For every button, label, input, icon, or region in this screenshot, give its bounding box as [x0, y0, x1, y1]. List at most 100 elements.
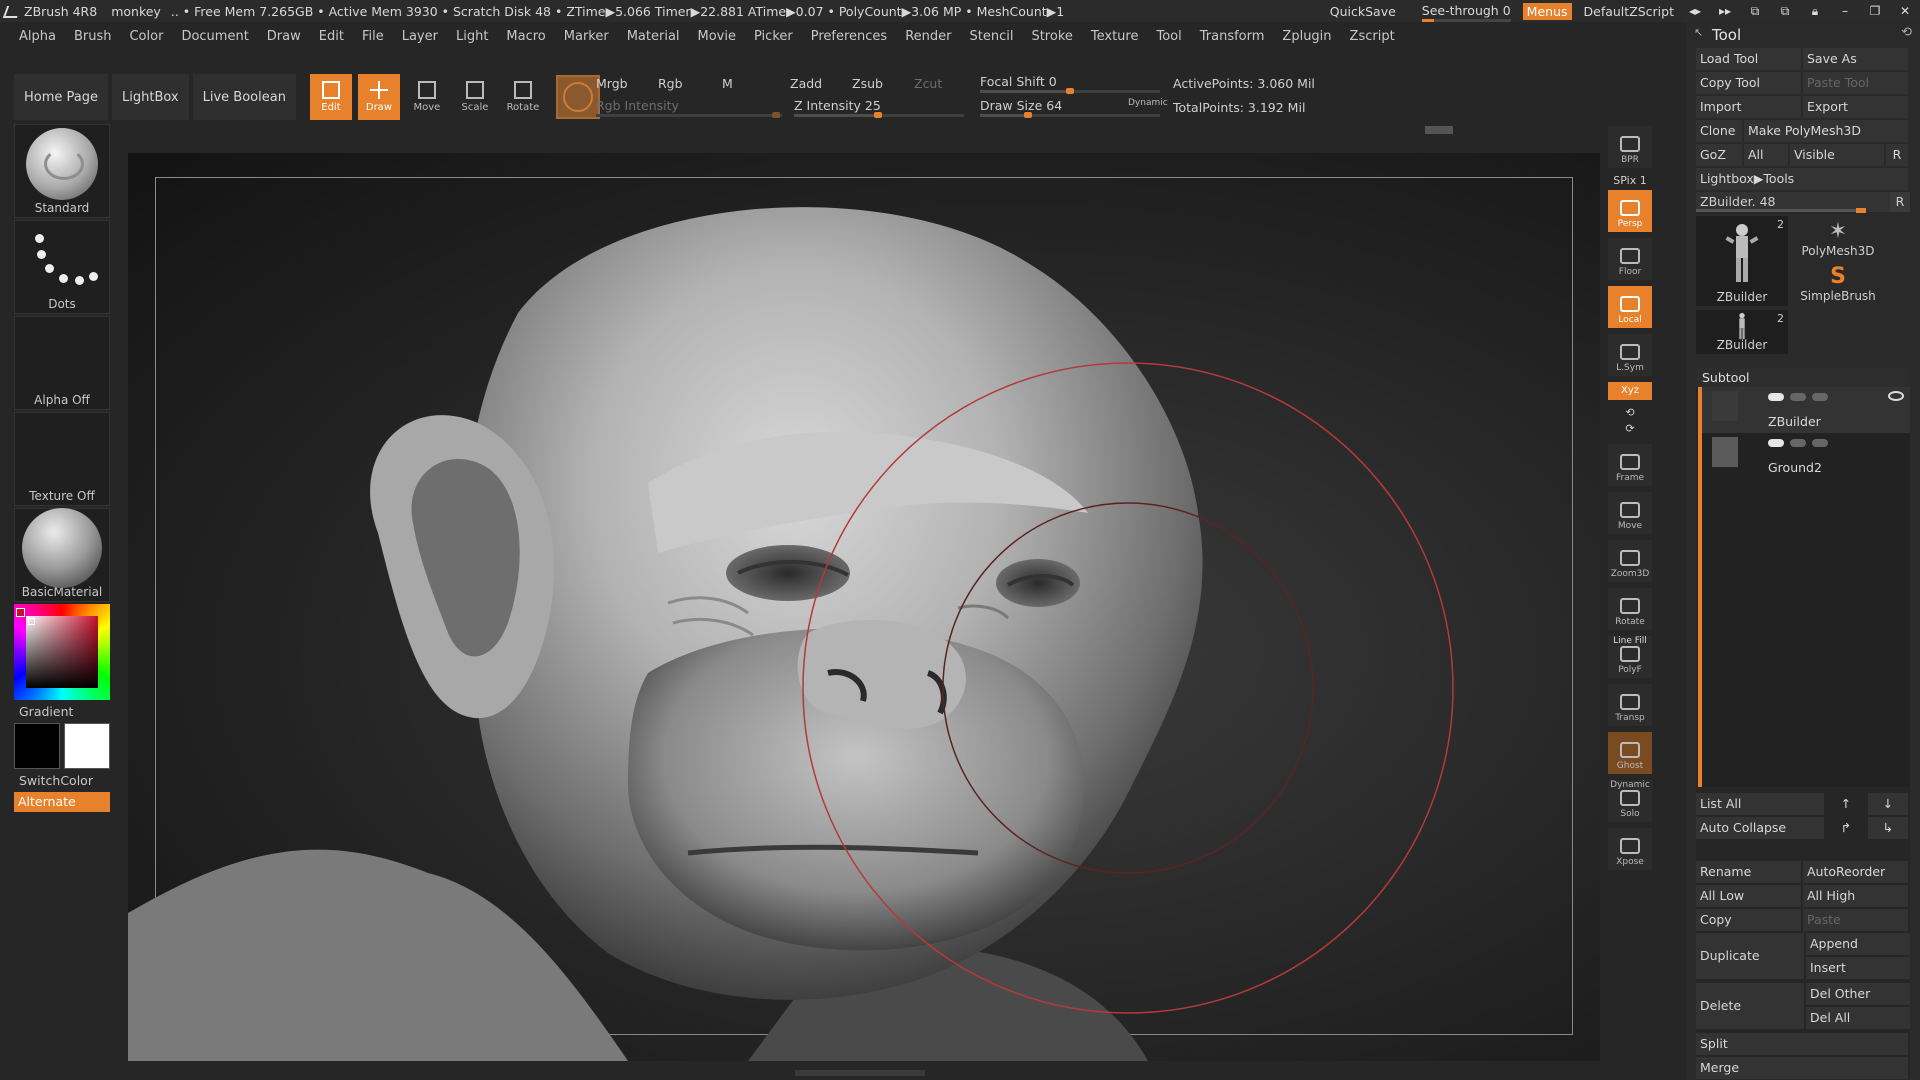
menu-item[interactable]: File: [353, 29, 393, 44]
xyz-button[interactable]: Xyz: [1608, 382, 1652, 400]
del-other-button[interactable]: Del Other: [1806, 983, 1910, 1005]
menu-item[interactable]: Render: [896, 29, 960, 44]
make-polymesh-button[interactable]: Make PolyMesh3D: [1744, 120, 1908, 142]
menu-item[interactable]: Zplugin: [1273, 29, 1340, 44]
menu-item[interactable]: Edit: [310, 29, 353, 44]
append-button[interactable]: Append: [1806, 933, 1910, 955]
insert-button[interactable]: Insert: [1806, 957, 1910, 979]
menu-item[interactable]: Stroke: [1022, 29, 1081, 44]
menu-item[interactable]: Material: [618, 29, 689, 44]
goz-visible-button[interactable]: Visible: [1790, 144, 1884, 166]
save-as-button[interactable]: Save As: [1803, 48, 1908, 70]
visibility-eye-icon[interactable]: [1888, 391, 1904, 401]
material-selector[interactable]: BasicMaterial: [14, 508, 110, 602]
subtool-toggle[interactable]: [1790, 393, 1806, 401]
dock-icon[interactable]: ↖: [1694, 26, 1703, 39]
brush-selector[interactable]: Standard: [14, 124, 110, 218]
clone-button[interactable]: Clone: [1696, 120, 1742, 142]
export-button[interactable]: Export: [1803, 96, 1908, 118]
xpose-button[interactable]: Xpose: [1608, 828, 1652, 870]
color-marker[interactable]: [28, 618, 35, 625]
document-canvas[interactable]: [128, 153, 1600, 1061]
rename-button[interactable]: Rename: [1696, 861, 1801, 883]
list-all-button[interactable]: List All: [1696, 793, 1824, 815]
reset-icon[interactable]: ⟲: [1901, 25, 1912, 40]
menu-item[interactable]: Picker: [745, 29, 802, 44]
duplicate-button[interactable]: Duplicate: [1696, 933, 1804, 979]
rotate-z-icon[interactable]: ⟳: [1608, 422, 1652, 438]
all-low-button[interactable]: All Low: [1696, 885, 1801, 907]
dynamic-toggle[interactable]: Dynamic: [1128, 98, 1168, 108]
current-tool-knob[interactable]: [1856, 208, 1866, 213]
see-through-slider[interactable]: See-through 0: [1421, 3, 1511, 22]
z-intensity-slider[interactable]: Z Intensity 25: [794, 98, 881, 113]
edit-button[interactable]: Edit: [309, 74, 352, 120]
layout-icon[interactable]: ⧉: [1746, 4, 1764, 19]
tool-slider-r-button[interactable]: R: [1890, 192, 1910, 212]
canvas-bottom-handle[interactable]: [795, 1070, 925, 1076]
ghost-button[interactable]: Ghost: [1608, 732, 1652, 774]
subtool-toggle[interactable]: [1768, 393, 1784, 401]
menu-item[interactable]: Marker: [555, 29, 618, 44]
menu-item[interactable]: Zscript: [1341, 29, 1404, 44]
rgb-intensity-track[interactable]: [596, 112, 782, 118]
menu-item[interactable]: Texture: [1082, 29, 1148, 44]
spix-slider[interactable]: SPix 1: [1608, 174, 1652, 190]
subtool-item[interactable]: ZBuilder: [1702, 387, 1910, 433]
tool-thumb-polymesh3d[interactable]: ✶ PolyMesh3D: [1801, 219, 1874, 258]
mrgb-button[interactable]: Mrgb: [596, 76, 628, 91]
menus-toggle[interactable]: Menus: [1522, 2, 1572, 20]
move-down-icon[interactable]: ↓: [1868, 793, 1908, 815]
zcut-button[interactable]: Zcut: [914, 76, 942, 91]
draw-size-track[interactable]: [980, 112, 1160, 118]
draw-size-slider[interactable]: Draw Size 64: [980, 98, 1062, 113]
autoreorder-button[interactable]: AutoReorder: [1803, 861, 1908, 883]
rgb-intensity-slider[interactable]: Rgb Intensity: [596, 98, 679, 113]
tool-palette-header[interactable]: Tool ↖ ⟲: [1686, 22, 1920, 48]
move-button[interactable]: Move: [406, 74, 448, 120]
load-tool-button[interactable]: Load Tool: [1696, 48, 1801, 70]
local-button[interactable]: Local: [1608, 286, 1652, 328]
menu-item[interactable]: Layer: [393, 29, 447, 44]
subtool-toggle[interactable]: [1812, 393, 1828, 401]
quicksave-button[interactable]: QuickSave: [1330, 4, 1396, 19]
menu-item[interactable]: Preferences: [802, 29, 896, 44]
subtool-toggle[interactable]: [1812, 439, 1828, 447]
material-swatch[interactable]: [555, 75, 600, 119]
paste-subtool-button[interactable]: Paste: [1803, 909, 1908, 931]
focal-shift-track[interactable]: [980, 88, 1160, 94]
secondary-color-swatch[interactable]: [14, 723, 60, 769]
current-tool-slider[interactable]: ZBuilder. 48 R: [1696, 192, 1910, 213]
color-picker[interactable]: [14, 604, 110, 700]
subtool-header[interactable]: Subtool: [1696, 368, 1910, 387]
tool-thumb-zbuilder[interactable]: 2 ZBuilder: [1696, 216, 1788, 306]
stroke-selector[interactable]: Dots: [14, 220, 110, 314]
lightbox-tools-button[interactable]: Lightbox▶Tools: [1696, 168, 1908, 190]
rotate-button[interactable]: Rotate: [502, 74, 544, 120]
scale-button[interactable]: Scale: [454, 74, 496, 120]
tool-thumb-simplebrush[interactable]: S SimpleBrush: [1800, 264, 1876, 303]
delete-button[interactable]: Delete: [1696, 983, 1804, 1029]
all-high-button[interactable]: All High: [1803, 885, 1908, 907]
copy-tool-button[interactable]: Copy Tool: [1696, 72, 1801, 94]
restore-icon[interactable]: ❐: [1866, 4, 1884, 18]
draw-button[interactable]: Draw: [357, 74, 400, 120]
split-section[interactable]: Split: [1696, 1033, 1908, 1055]
rotate-y-icon[interactable]: ⟲: [1608, 406, 1652, 422]
alpha-selector[interactable]: Alpha Off: [14, 316, 110, 410]
subtool-toggle[interactable]: [1790, 439, 1806, 447]
menu-item[interactable]: Light: [447, 29, 497, 44]
menu-item[interactable]: Stencil: [960, 29, 1022, 44]
rotate-view-button[interactable]: Rotate: [1608, 588, 1652, 630]
zoom3d-button[interactable]: Zoom3D: [1608, 540, 1652, 582]
goz-r-button[interactable]: R: [1886, 144, 1908, 166]
tray-icon[interactable]: ◂▸: [1686, 4, 1704, 18]
subtool-toggle[interactable]: [1768, 439, 1784, 447]
alternate-button[interactable]: Alternate: [14, 792, 110, 812]
rgb-button[interactable]: Rgb: [658, 76, 683, 91]
menu-item[interactable]: Color: [120, 29, 172, 44]
menu-item[interactable]: Macro: [497, 29, 554, 44]
menu-item[interactable]: Brush: [65, 29, 121, 44]
import-button[interactable]: Import: [1696, 96, 1801, 118]
polyf-button[interactable]: Line Fill PolyF: [1608, 636, 1652, 678]
